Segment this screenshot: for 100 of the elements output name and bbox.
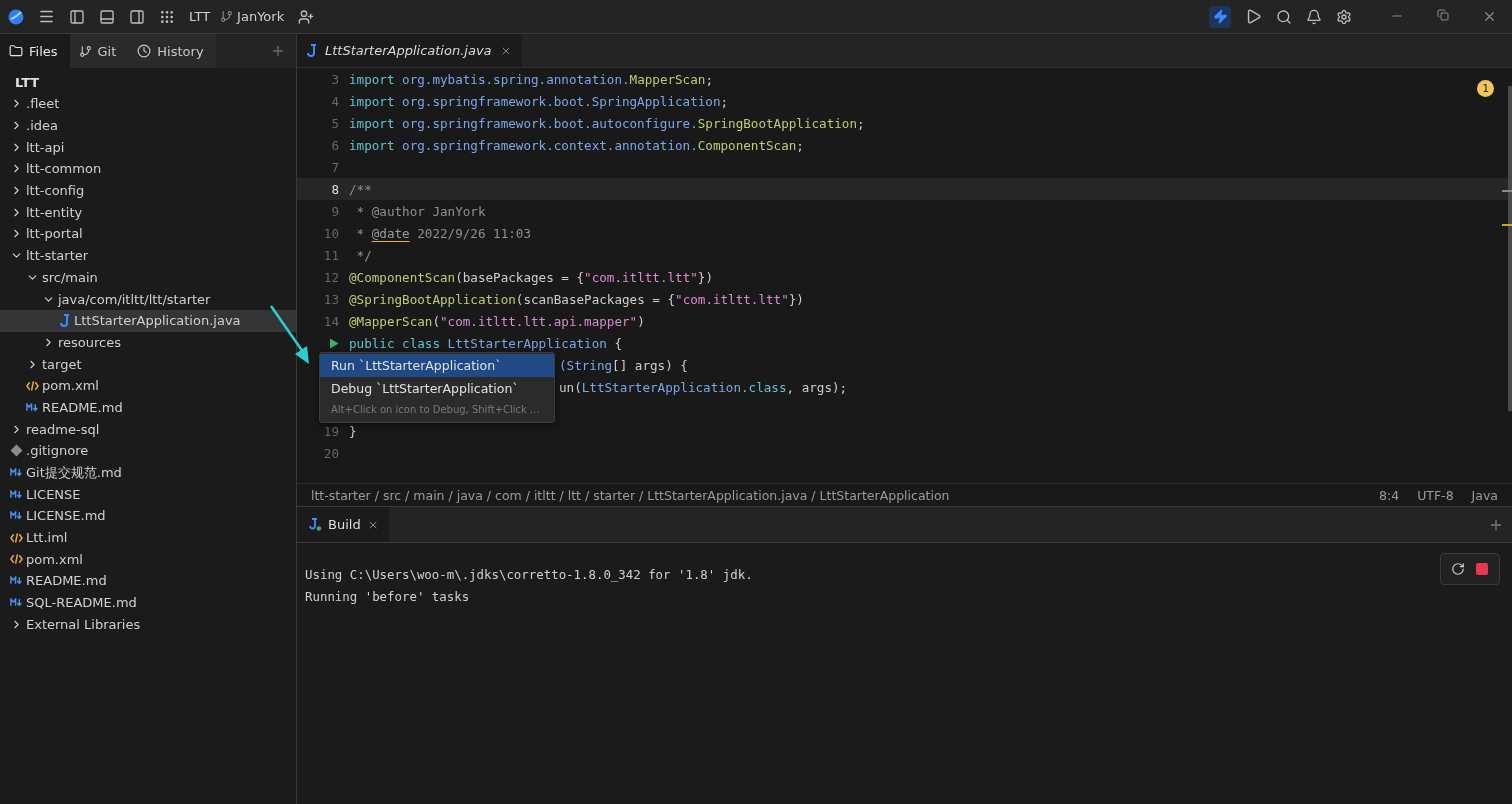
markdown-file-icon bbox=[10, 576, 23, 586]
line-number: 6 bbox=[331, 137, 339, 153]
project-name[interactable]: LTT bbox=[189, 9, 211, 24]
line-number: 10 bbox=[323, 225, 339, 241]
sidebar-tab[interactable]: Git bbox=[69, 34, 129, 68]
branch-icon bbox=[78, 44, 92, 58]
markdown-file-icon bbox=[10, 511, 23, 521]
diamond-icon bbox=[10, 444, 23, 458]
java-build-icon bbox=[309, 518, 322, 531]
branch-name[interactable]: JanYork bbox=[220, 9, 285, 24]
code-line: import org.springframework.context.annotation.ComponentScan; bbox=[349, 137, 804, 153]
add-user-icon[interactable] bbox=[298, 8, 315, 25]
lightning-button[interactable] bbox=[1209, 5, 1231, 28]
code-line: (String[] args) { bbox=[559, 357, 688, 373]
menu-item[interactable]: Run `LttStarterApplication` bbox=[320, 354, 554, 377]
line-number: 19 bbox=[323, 423, 339, 439]
menu-hint: Alt+Click on icon to Debug, Shift+Click ... bbox=[331, 403, 540, 417]
tree-item[interactable]: ltt-config bbox=[0, 179, 296, 202]
line-number: 7 bbox=[331, 159, 339, 175]
app-logo-icon[interactable] bbox=[8, 8, 24, 25]
tree-item[interactable]: .idea bbox=[0, 114, 296, 137]
project-root[interactable]: LTT bbox=[0, 68, 296, 93]
tree-item[interactable]: LttStarterApplication.java bbox=[0, 309, 296, 332]
tree-item[interactable]: ltt-entity bbox=[0, 201, 296, 224]
line-number: 4 bbox=[331, 93, 339, 109]
grid-icon[interactable] bbox=[159, 8, 175, 25]
bell-icon[interactable] bbox=[1306, 8, 1322, 25]
sidebar-tab[interactable]: History bbox=[128, 34, 216, 68]
warning-count[interactable]: 1 bbox=[1477, 80, 1494, 97]
code-line: import org.springframework.boot.SpringApplication; bbox=[349, 93, 729, 109]
console-line: Using C:\Users\woo-m\.jdks\corretto-1.8.0_342 for '1.8' jdk. bbox=[305, 565, 753, 584]
line-number: 5 bbox=[331, 115, 339, 131]
code-file-icon bbox=[10, 531, 23, 544]
clock-icon bbox=[137, 44, 152, 58]
line-number: 11 bbox=[323, 247, 339, 263]
line-number: 12 bbox=[323, 269, 339, 285]
code-line: un(LttStarterApplication.class, args); bbox=[559, 379, 848, 395]
cursor-position[interactable]: 8:4 bbox=[1379, 487, 1400, 503]
tree-item[interactable]: ltt-common bbox=[0, 158, 296, 180]
tree-item[interactable]: .gitignore bbox=[0, 440, 296, 462]
settings-icon[interactable] bbox=[1336, 8, 1352, 25]
tree-item[interactable]: ltt-portal bbox=[0, 223, 296, 245]
line-number: 14 bbox=[323, 313, 339, 329]
tree-item[interactable]: Git提交规范.md bbox=[0, 461, 296, 484]
breadcrumb[interactable]: ltt-starter / src / main / java / com / itltt / ltt / starter / LttStarterApplication.java / LttStarterApplication bbox=[311, 487, 1361, 503]
tree-item[interactable]: LICENSE bbox=[0, 483, 296, 506]
tree-item[interactable]: pom.xml bbox=[0, 374, 296, 397]
editor-tab[interactable]: LttStarterApplication.java bbox=[297, 34, 522, 67]
tree-item[interactable]: java/com/itltt/ltt/starter bbox=[0, 288, 296, 310]
code-line: * @date 2022/9/26 11:03 bbox=[355, 225, 531, 241]
build-tab[interactable]: Build bbox=[297, 507, 389, 542]
tree-item[interactable]: .fleet bbox=[0, 93, 296, 115]
rerun-icon[interactable] bbox=[1451, 562, 1465, 576]
tree-item[interactable]: pom.xml bbox=[0, 548, 296, 571]
code-line: public class LttStarterApplication { bbox=[349, 335, 622, 351]
sidebar-tab[interactable]: Files bbox=[0, 34, 70, 68]
line-number: 20 bbox=[323, 445, 339, 461]
java-file-icon bbox=[307, 44, 317, 57]
tree-item[interactable]: ltt-starter bbox=[0, 244, 296, 267]
tree-item[interactable]: Ltt.iml bbox=[0, 526, 296, 549]
branch-icon bbox=[220, 10, 234, 23]
menu-item[interactable]: Debug `LttStarterApplication` bbox=[320, 377, 554, 400]
restore-icon[interactable] bbox=[1437, 9, 1449, 21]
run-gutter-icon[interactable] bbox=[329, 337, 339, 349]
search-icon[interactable] bbox=[1276, 8, 1292, 25]
line-number: 9 bbox=[331, 203, 339, 219]
tree-item[interactable]: ltt-api bbox=[0, 136, 296, 159]
stop-icon[interactable] bbox=[1476, 563, 1488, 575]
tree-item[interactable]: resources bbox=[0, 331, 296, 354]
code-line: @SpringBootApplication(scanBasePackages = {"com.itltt.ltt"}) bbox=[349, 291, 804, 307]
left-panel-icon[interactable] bbox=[69, 8, 85, 25]
code-file-icon bbox=[10, 553, 23, 566]
code-line: * @author JanYork bbox=[355, 203, 486, 219]
code-line: */ bbox=[355, 247, 372, 263]
file-encoding[interactable]: UTF-8 bbox=[1417, 487, 1454, 503]
line-number: 8 bbox=[331, 181, 339, 197]
tree-item[interactable]: target bbox=[0, 353, 296, 375]
markdown-file-icon bbox=[26, 402, 39, 412]
markdown-file-icon bbox=[10, 598, 23, 608]
bottom-panel-icon[interactable] bbox=[99, 8, 115, 25]
tree-item[interactable]: External Libraries bbox=[0, 613, 296, 636]
code-line: import org.mybatis.spring.annotation.MapperScan; bbox=[349, 71, 713, 87]
menu-icon[interactable] bbox=[38, 8, 55, 25]
markdown-file-icon bbox=[10, 468, 23, 478]
code-line: import org.springframework.boot.autoconfigure.SpringBootApplication; bbox=[349, 115, 865, 131]
run-icon[interactable] bbox=[1245, 8, 1262, 25]
right-panel-icon[interactable] bbox=[129, 8, 145, 25]
tree-item[interactable]: src/main bbox=[0, 266, 296, 289]
tree-item[interactable]: README.md bbox=[0, 396, 296, 419]
code-line: /** bbox=[349, 181, 372, 197]
tree-item[interactable]: README.md bbox=[0, 570, 296, 592]
tree-item[interactable]: SQL-README.md bbox=[0, 591, 296, 614]
console-line: Running 'before' tasks bbox=[305, 587, 470, 606]
file-language[interactable]: Java bbox=[1471, 487, 1498, 503]
line-number: 3 bbox=[331, 71, 339, 87]
tree-item[interactable]: readme-sql bbox=[0, 418, 296, 440]
code-line: @MapperScan("com.itltt.ltt.api.mapper") bbox=[349, 313, 645, 329]
java-file-icon bbox=[59, 314, 70, 328]
tree-item[interactable]: LICENSE.md bbox=[0, 505, 296, 527]
folder-icon bbox=[9, 44, 23, 58]
